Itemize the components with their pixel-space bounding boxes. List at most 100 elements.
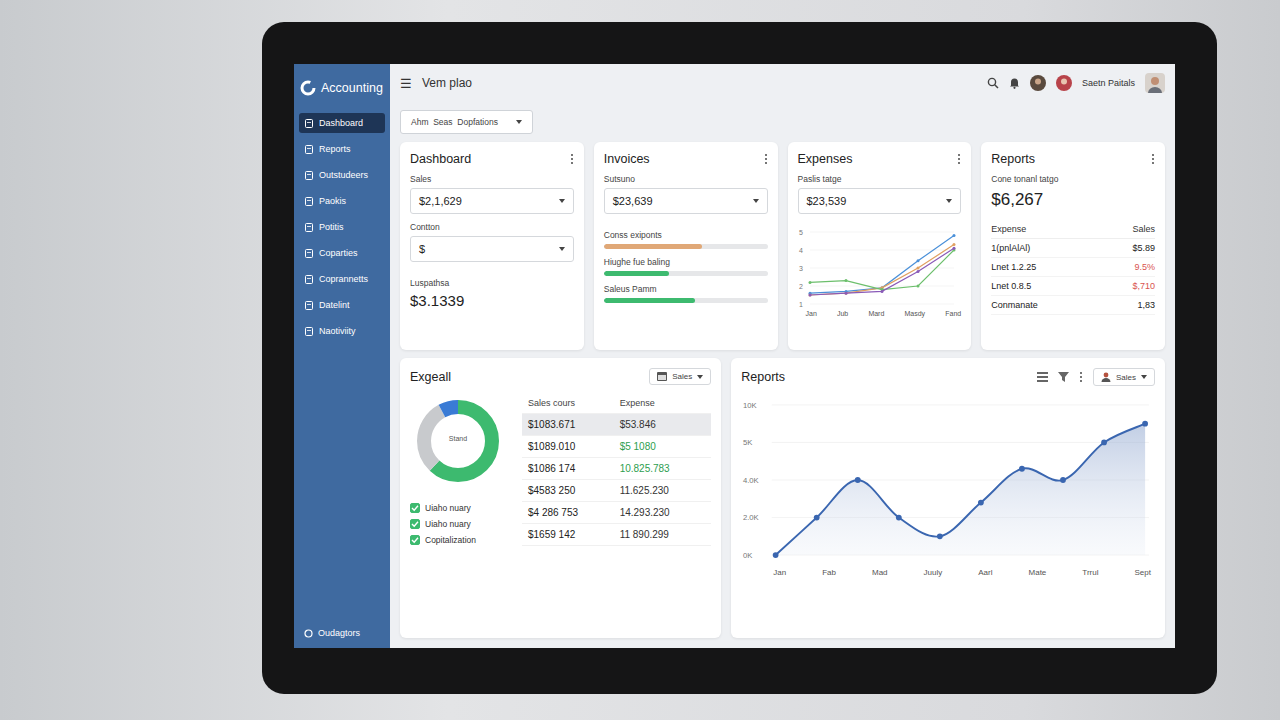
field: Paslis tatge$23,539 [798,174,962,214]
more-icon[interactable] [957,153,961,165]
user-name[interactable]: Saetn Paitals [1082,78,1135,88]
x-axis: JanJubMardMasdyFand [798,310,962,317]
series-line [810,245,954,295]
dashboard-card: DashboardSales$2,1,629Contton$Luspathsa$… [400,142,584,350]
filter-dropdown[interactable]: Ahm Seas Dopfations [400,110,533,134]
more-icon[interactable] [1151,153,1155,165]
series-point[interactable] [844,292,847,295]
sales-cell: $1086 174 [528,463,614,474]
y-tick: 2.0K [743,513,760,522]
more-icon[interactable] [764,153,768,165]
checkbox[interactable] [410,519,420,529]
series-point[interactable] [916,285,919,288]
table-row[interactable]: $4583 25011.625.230 [522,480,711,502]
logo[interactable]: Accounting [294,76,390,112]
series-point[interactable] [1060,477,1066,483]
series-point[interactable] [808,294,811,297]
dropdown-value: Sales [1116,373,1136,382]
sidebar-item-label: Paokis [319,196,346,206]
series-point[interactable] [855,477,861,483]
series-point[interactable] [880,290,883,293]
summary-cards: DashboardSales$2,1,629Contton$Luspathsa$… [400,142,1165,350]
profile-avatar-icon[interactable] [1145,73,1165,93]
series-point[interactable] [916,259,919,262]
sidebar-item[interactable]: Naotiviity [299,321,385,341]
search-icon[interactable] [987,77,999,89]
expense-cell: $5 1080 [620,441,706,452]
series-point[interactable] [896,515,902,521]
checkbox-row[interactable]: Uiaho nuary [410,519,514,529]
table-row[interactable]: $1089.010$5 1080 [522,436,711,458]
series-point[interactable] [952,234,955,237]
series-point[interactable] [844,279,847,282]
checkbox-row[interactable]: Uiaho nuary [410,503,514,513]
series-point[interactable] [952,243,955,246]
sidebar-item[interactable]: Potitis [299,217,385,237]
page-icon [305,327,313,336]
total-value: $3.1339 [410,292,574,309]
bell-icon[interactable] [1009,77,1020,89]
topbar-actions: Saetn Paitals [987,73,1165,93]
table-row[interactable]: $1086 17410.825.783 [522,458,711,480]
series-point[interactable] [937,533,943,539]
report-row: Lnet 0.8.5$,710 [991,277,1155,296]
sidebar-item[interactable]: Coprannetts [299,269,385,289]
series-point[interactable] [844,292,847,295]
series-point[interactable] [1019,466,1025,472]
expense-cell: $53.846 [620,419,706,430]
select-field[interactable]: $ [410,236,574,262]
series-point[interactable] [916,267,919,270]
select-field[interactable]: $2,1,629 [410,188,574,214]
card-title: Dashboard [410,152,471,166]
avatar-icon[interactable] [1030,75,1046,91]
more-icon[interactable] [1079,371,1083,383]
caret-icon [946,199,952,203]
sales-dropdown[interactable]: Sales [1093,368,1155,386]
sidebar-footer[interactable]: Oudagtors [294,628,390,638]
logo-ring-icon [300,80,316,96]
sidebar-item[interactable]: Paokis [299,191,385,211]
series-point[interactable] [952,247,955,250]
series-point[interactable] [808,294,811,297]
avatar-icon[interactable] [1056,75,1072,91]
card-header: Dashboard [410,152,574,166]
select-field[interactable]: $23,539 [798,188,962,214]
table-row[interactable]: $1659 14211 890.299 [522,524,711,546]
sidebar-item[interactable]: Dashboard [299,113,385,133]
series-point[interactable] [978,500,984,506]
progress-track [604,298,768,303]
expenses-line-chart: 54321 [798,226,958,310]
series-point[interactable] [814,515,820,521]
progress-fill [604,271,670,276]
series-point[interactable] [773,552,779,558]
list-icon[interactable] [1037,372,1048,382]
filter-icon[interactable] [1058,372,1069,382]
series-line [810,250,954,290]
checkbox[interactable] [410,503,420,513]
select-field[interactable]: $23,639 [604,188,768,214]
grid-line [810,304,954,305]
x-label: Sept [1135,568,1151,577]
sidebar-item[interactable]: Coparties [299,243,385,263]
sidebar-item[interactable]: Reports [299,139,385,159]
table-row[interactable]: $1083.671$53.846 [522,414,711,436]
sidebar: AccountingDashboard Reports Outstudeers Pao… [294,64,390,648]
more-icon[interactable] [570,153,574,165]
checkbox[interactable] [410,535,420,545]
sidebar-item[interactable]: Outstudeers [299,165,385,185]
menu-button[interactable]: ☰ [400,76,412,91]
sidebar-item-label: Outstudeers [319,170,368,180]
checkbox-row[interactable]: Copitalization [410,535,514,545]
series-point[interactable] [1142,421,1148,427]
caret-icon [697,375,703,379]
series-point[interactable] [916,270,919,273]
series-point[interactable] [1101,440,1107,446]
y-tick: 5 [799,229,803,236]
card-title: Reports [741,370,785,384]
progress-fill [604,298,696,303]
table-row[interactable]: $4 286 75314.293.230 [522,502,711,524]
sidebar-item[interactable]: Datelint [299,295,385,315]
sales-dropdown[interactable]: Sales [649,368,711,385]
progress-row: Conss exiponts [604,230,768,249]
series-point[interactable] [808,281,811,284]
